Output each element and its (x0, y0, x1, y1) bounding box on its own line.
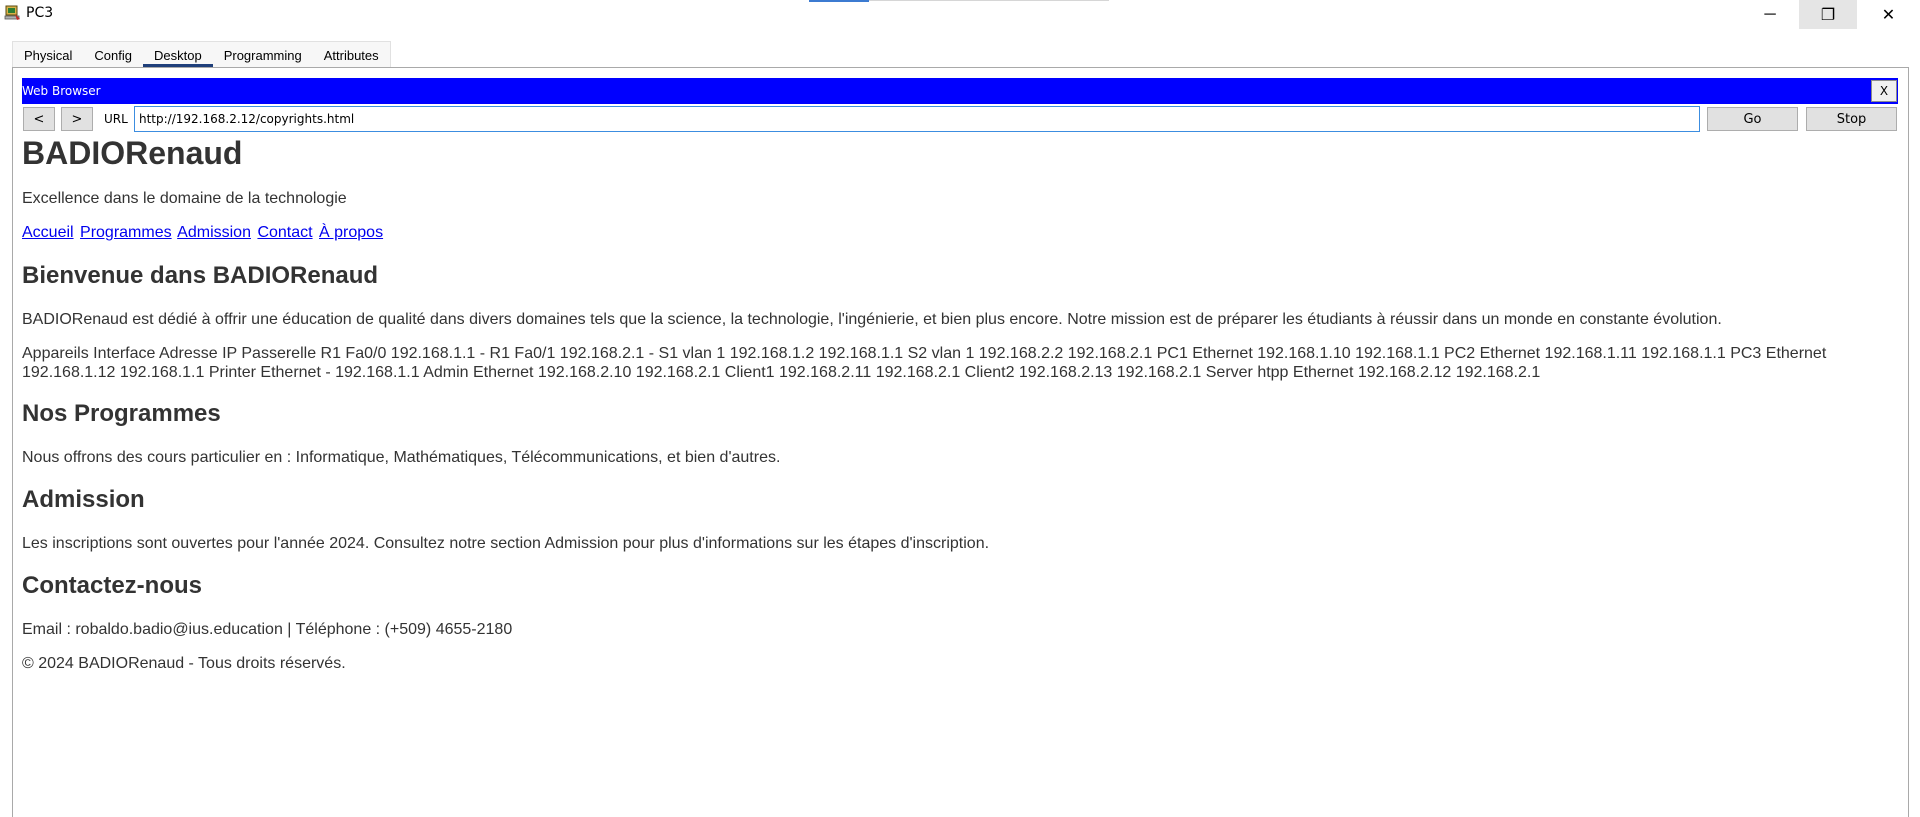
nav-link-a-propos[interactable]: À propos (319, 224, 383, 241)
footer-text: © 2024 BADIORenaud - Tous droits réservé… (22, 655, 346, 672)
device-tabs: Physical Config Desktop Programming Attr… (12, 41, 391, 68)
site-nav: Accueil Programmes Admission Contact À p… (22, 224, 385, 242)
minimize-icon: ─ (1764, 5, 1776, 23)
web-browser-titlebar: Web Browser X (22, 78, 1898, 104)
admission-text: Les inscriptions sont ouvertes pour l'an… (22, 535, 990, 552)
ip-table-text: Appareils Interface Adresse IP Passerell… (22, 345, 1827, 381)
close-window-button[interactable]: ✕ (1857, 0, 1920, 29)
close-icon: ✕ (1881, 6, 1896, 24)
tab-config[interactable]: Config (83, 42, 143, 68)
restore-button[interactable]: ❐ (1799, 0, 1857, 29)
desktop-panel (12, 67, 1909, 817)
taskbar-accent (809, 0, 869, 2)
stop-button[interactable]: Stop (1806, 107, 1897, 131)
programs-text: Nous offrons des cours particulier en : … (22, 449, 781, 466)
contact-text: Email : robaldo.badio@ius.education | Té… (22, 621, 513, 638)
browser-close-button[interactable]: X (1871, 80, 1897, 102)
tab-programming[interactable]: Programming (213, 42, 313, 68)
nav-link-admission[interactable]: Admission (177, 224, 251, 241)
go-button[interactable]: Go (1707, 107, 1798, 131)
site-tagline: Excellence dans le domaine de la technol… (22, 190, 347, 207)
window-title: PC3 (26, 5, 54, 21)
site-title: BADIORenaud (22, 135, 243, 171)
tab-attributes[interactable]: Attributes (313, 42, 390, 68)
nav-link-contact[interactable]: Contact (257, 224, 312, 241)
nav-link-programmes[interactable]: Programmes (80, 224, 172, 241)
restore-icon: ❐ (1820, 6, 1836, 24)
contact-heading: Contactez-nous (22, 572, 202, 599)
url-label: URL (104, 112, 128, 126)
web-browser-title: Web Browser (22, 84, 101, 98)
welcome-heading: Bienvenue dans BADIORenaud (22, 262, 379, 289)
nav-link-accueil[interactable]: Accueil (22, 224, 74, 241)
tab-desktop[interactable]: Desktop (143, 42, 213, 68)
packet-tracer-pc-icon (4, 5, 20, 20)
tab-physical[interactable]: Physical (13, 42, 83, 68)
window-titlebar: PC3 ─ ❐ ✕ (0, 0, 1920, 29)
forward-button[interactable]: > (61, 107, 93, 131)
admission-heading: Admission (22, 486, 145, 513)
url-input[interactable]: http://192.168.2.12/copyrights.html (134, 106, 1700, 132)
minimize-button[interactable]: ─ (1741, 0, 1799, 29)
taskbar-accent-line (869, 0, 1109, 1)
welcome-text: BADIORenaud est dédié à offrir une éduca… (22, 311, 1722, 328)
programs-heading: Nos Programmes (22, 400, 221, 427)
back-button[interactable]: < (23, 107, 55, 131)
